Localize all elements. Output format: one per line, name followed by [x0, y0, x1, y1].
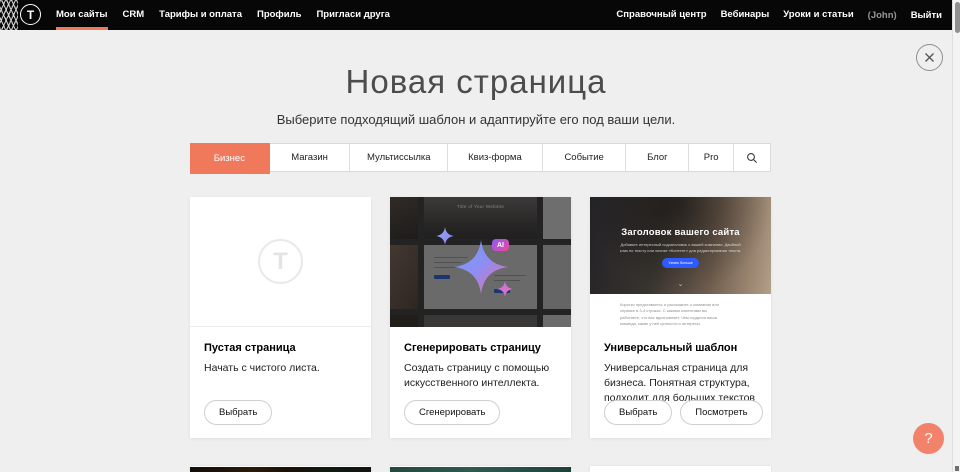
template-card-partial-1[interactable]	[190, 466, 371, 472]
template-hero-cta-button: Узнать больше	[662, 258, 699, 268]
page-title: Новая страница	[0, 63, 952, 101]
card-info: Пустая страница Начать с чистого листа. …	[190, 327, 371, 438]
template-card-ai-generate[interactable]: Title of Your Website	[390, 197, 571, 438]
scrollbar-thumb[interactable]	[955, 2, 960, 33]
template-hero-subheading: Добавьте интересный подзаголовок о вашей…	[618, 242, 743, 255]
preview-universal-button[interactable]: Посмотреть	[680, 400, 762, 425]
tilda-logo[interactable]: T	[20, 4, 41, 25]
template-thumbnail	[390, 467, 571, 472]
card-description: Начать с чистого листа.	[204, 361, 357, 376]
card-info: Сгенерировать страницу Создать страницу …	[390, 327, 571, 438]
template-thumbnail	[590, 467, 771, 472]
navbar-left-menu: Мои сайты CRM Тарифы и оплата Профиль Пр…	[56, 0, 390, 30]
search-tab-button[interactable]	[734, 144, 770, 171]
nav-item-profile[interactable]: Профиль	[257, 0, 301, 30]
scrollbar-end-cap	[955, 466, 959, 471]
blank-page-preview: T	[190, 197, 371, 327]
template-card-partial-2[interactable]	[390, 466, 571, 472]
template-card-blank-page[interactable]: T Пустая страница Начать с чистого листа…	[190, 197, 371, 438]
active-underline	[56, 27, 108, 30]
ai-generate-preview: Title of Your Website	[390, 197, 571, 327]
universal-template-preview: Заголовок вашего сайта Добавьте интересн…	[590, 197, 771, 327]
tab-business[interactable]: Бизнес	[190, 143, 270, 174]
help-chat-button[interactable]: ?	[913, 423, 944, 454]
scrollbar-track[interactable]	[952, 0, 960, 472]
template-thumbnail	[190, 467, 371, 472]
nav-item-help-center[interactable]: Справочный центр	[616, 0, 706, 30]
nav-item-invite-friend[interactable]: Пригласи друга	[316, 0, 390, 30]
tab-blog[interactable]: Блог	[626, 144, 689, 171]
select-blank-page-button[interactable]: Выбрать	[204, 400, 272, 425]
close-icon	[924, 52, 935, 63]
template-card-universal[interactable]: Заголовок вашего сайта Добавьте интересн…	[590, 197, 771, 438]
top-navbar: T Мои сайты CRM Тарифы и оплата Профиль …	[0, 0, 960, 30]
tab-shop[interactable]: Магазин	[270, 144, 351, 171]
template-card-partial-3[interactable]	[590, 466, 771, 472]
tab-event[interactable]: Событие	[543, 144, 627, 171]
tab-pro[interactable]: Pro	[689, 144, 734, 171]
ai-badge: AI	[492, 239, 509, 251]
logout-link[interactable]: Выйти	[911, 10, 942, 21]
nav-item-lessons[interactable]: Уроки и статьи	[783, 0, 853, 30]
chevron-down-icon: ⌄	[590, 280, 771, 288]
card-title: Универсальный шаблон	[604, 342, 757, 354]
template-category-tabs: Бизнес Магазин Мультиссылка Квиз-форма С…	[190, 143, 771, 172]
nav-item-my-sites[interactable]: Мои сайты	[56, 0, 108, 30]
card-description: Создать страницу с помощью искусственног…	[404, 361, 557, 391]
nav-item-label: Мои сайты	[56, 9, 108, 20]
card-title: Пустая страница	[204, 342, 357, 354]
card-info: Универсальный шаблон Универсальная стран…	[590, 327, 771, 438]
card-title: Сгенерировать страницу	[404, 342, 557, 354]
nav-item-crm[interactable]: CRM	[123, 0, 145, 30]
navbar-right-menu: Справочный центр Вебинары Уроки и статьи…	[616, 0, 942, 30]
template-text-section: Коротко представьтесь и расскажите о ком…	[590, 294, 771, 327]
template-hero-heading: Заголовок вашего сайта	[590, 227, 771, 238]
background-pattern	[0, 0, 18, 30]
nav-item-tariffs[interactable]: Тарифы и оплата	[159, 0, 242, 30]
username-label: (John)	[868, 10, 897, 21]
page-subtitle: Выберите подходящий шаблон и адаптируйте…	[0, 112, 952, 127]
ai-sparkle-icon-small-top	[436, 227, 454, 245]
tilda-watermark-icon: T	[258, 239, 303, 284]
select-universal-button[interactable]: Выбрать	[604, 400, 672, 425]
generate-page-button[interactable]: Сгенерировать	[404, 400, 500, 425]
nav-item-webinars[interactable]: Вебинары	[721, 0, 770, 30]
search-icon	[746, 152, 758, 164]
template-hero-image: Заголовок вашего сайта Добавьте интересн…	[590, 197, 771, 294]
template-paragraph: Коротко представьтесь и расскажите о ком…	[620, 302, 726, 327]
ai-sparkle-icon-small-bottom	[497, 281, 513, 297]
tab-multilink[interactable]: Мультиссылка	[350, 144, 448, 171]
tab-quiz-form[interactable]: Квиз-форма	[448, 144, 543, 171]
